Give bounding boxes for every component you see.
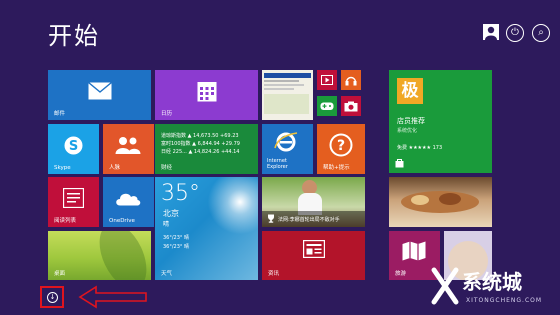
travel-label: 旅游	[395, 271, 407, 277]
ie-tile[interactable]: Internet Explorer	[262, 124, 313, 174]
ie-icon	[274, 132, 298, 152]
finance-label: 财经	[161, 165, 173, 171]
camera-tile[interactable]	[341, 96, 361, 116]
mail-icon	[88, 82, 112, 100]
people-tile[interactable]: 人脉	[103, 124, 154, 174]
desktop-tile[interactable]: 桌面	[48, 231, 151, 280]
store-bag-icon	[395, 159, 404, 168]
svg-text:?: ?	[337, 138, 345, 154]
music-tile[interactable]	[341, 70, 361, 90]
help-icon: ?	[329, 133, 353, 157]
skype-icon: S	[64, 136, 83, 155]
camera-icon	[344, 101, 358, 112]
skype-label: Skype	[54, 165, 71, 171]
food-tile[interactable]	[389, 177, 492, 227]
video-icon	[321, 75, 333, 85]
user-icon[interactable]	[483, 24, 499, 40]
sports-caption: 法网:李娜首轮出局不敌对手	[278, 217, 340, 223]
store-app-name: 店员推荐	[397, 117, 425, 125]
map-icon	[402, 241, 426, 261]
finance-row: 道琼斯指数 ▲ 14,673.50 +69.23	[161, 133, 239, 139]
weather-condition: 晴	[163, 221, 170, 228]
leaf-wallpaper	[90, 231, 151, 280]
mail-tile[interactable]: 邮件	[48, 70, 151, 120]
reader-label: 阅读列表	[54, 218, 77, 224]
reader-icon	[63, 188, 84, 208]
help-tile[interactable]: ? 帮助+提示	[317, 124, 365, 174]
cloud-icon	[116, 193, 141, 206]
news-label: 资讯	[268, 271, 280, 277]
sports-tile[interactable]: 法网:李娜首轮出局不敌对手	[262, 177, 365, 227]
search-icon[interactable]: ⌕	[532, 24, 550, 42]
store-app-price: 免费 ★★★★★ 173	[397, 145, 443, 151]
weather-temp: 35°	[161, 181, 200, 206]
games-tile[interactable]	[317, 96, 337, 116]
calendar-icon	[197, 82, 217, 102]
weather-label: 天气	[161, 271, 173, 277]
help-label: 帮助+提示	[323, 165, 350, 171]
power-icon[interactable]: ⏻	[506, 24, 524, 42]
red-arrow-annotation	[78, 285, 147, 309]
sun-glow	[205, 177, 258, 237]
photos-tile[interactable]	[262, 70, 313, 120]
finance-row: 日经 225... ▲ 14,824.26 +44.14	[161, 149, 240, 155]
weather-city: 北京	[163, 209, 179, 218]
onedrive-label: OneDrive	[109, 218, 135, 224]
down-arrow-icon: ↓	[47, 292, 58, 303]
finance-row: 富时100指数 ▲ 6,844.94 +29.79	[161, 141, 240, 147]
weather-tile[interactable]: 35° 北京 晴 36°/23° 晴 36°/23° 晴 天气	[155, 177, 258, 280]
watermark-logo-icon	[431, 267, 459, 305]
watermark-text: 系统城	[462, 270, 522, 294]
people-label: 人脉	[109, 165, 121, 171]
calendar-tile[interactable]: 日历	[155, 70, 258, 120]
gamepad-icon	[320, 102, 334, 110]
store-app-category: 系统优化	[397, 128, 418, 134]
reader-tile[interactable]: 阅读列表	[48, 177, 99, 227]
news-icon	[303, 240, 325, 258]
store-tile[interactable]: 极 店员推荐 系统优化 免费 ★★★★★ 173	[389, 70, 492, 173]
start-title: 开始	[48, 22, 100, 50]
all-apps-button[interactable]: ↓	[40, 286, 64, 308]
skype-tile[interactable]: S Skype	[48, 124, 99, 174]
headphones-icon	[345, 76, 357, 86]
weather-forecast: 36°/23° 晴	[163, 244, 189, 250]
trophy-icon	[268, 214, 274, 223]
desktop-label: 桌面	[54, 271, 66, 277]
onedrive-tile[interactable]: OneDrive	[103, 177, 154, 227]
svg-text:S: S	[69, 139, 78, 154]
ie-label: Internet Explorer	[267, 158, 288, 170]
video-tile[interactable]	[317, 70, 337, 90]
calendar-label: 日历	[161, 111, 173, 117]
watermark-url: XITONGCHENG.COM	[466, 297, 543, 304]
news-tile[interactable]: 资讯	[262, 231, 365, 280]
finance-tile[interactable]: 道琼斯指数 ▲ 14,673.50 +69.23 富时100指数 ▲ 6,844…	[155, 124, 258, 174]
store-app-logo: 极	[397, 78, 423, 104]
mail-label: 邮件	[54, 111, 66, 117]
people-icon	[115, 137, 141, 154]
photo-thumbnail	[264, 73, 311, 78]
weather-forecast: 36°/23° 晴	[163, 235, 189, 241]
